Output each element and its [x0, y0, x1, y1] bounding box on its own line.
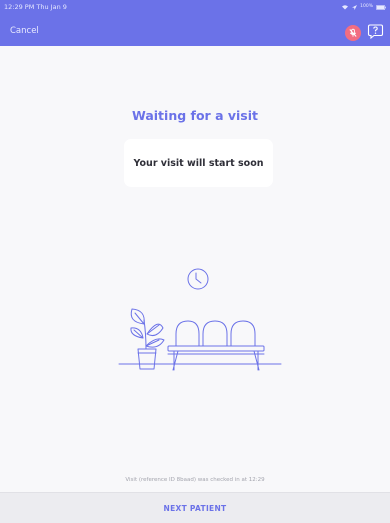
checkin-note: Visit (reference ID 8baad) was checked i… [125, 477, 265, 483]
help-bubble-icon [367, 24, 384, 40]
waiting-chairs-icon [167, 320, 265, 371]
mic-off-icon [349, 28, 357, 37]
battery-label: 100% [360, 4, 373, 9]
next-patient-button[interactable]: NEXT PATIENT [0, 493, 390, 523]
status-card: Your visit will start soon [124, 139, 273, 187]
cancel-button[interactable]: Cancel [10, 26, 39, 36]
app-root: 12:29 PM Thu Jan 9 100% Cancel Waiting f… [0, 0, 390, 523]
status-indicators: 100% [341, 0, 386, 14]
status-card-text: Your visit will start soon [133, 157, 264, 169]
top-bar: 12:29 PM Thu Jan 9 100% Cancel [0, 0, 390, 46]
plant-icon [130, 308, 165, 370]
status-time: 12:29 PM Thu Jan 9 [4, 3, 67, 11]
mic-toggle-button[interactable] [345, 25, 361, 41]
page-title: Waiting for a visit [132, 108, 258, 123]
status-bar: 12:29 PM Thu Jan 9 100% [0, 0, 390, 14]
wifi-icon [342, 5, 349, 10]
bottom-bar: NEXT PATIENT [0, 492, 390, 523]
clock-icon [187, 268, 209, 290]
help-button[interactable] [367, 23, 384, 40]
waiting-room-illustration [118, 268, 282, 371]
location-icon [352, 4, 358, 10]
battery-icon [376, 4, 386, 10]
